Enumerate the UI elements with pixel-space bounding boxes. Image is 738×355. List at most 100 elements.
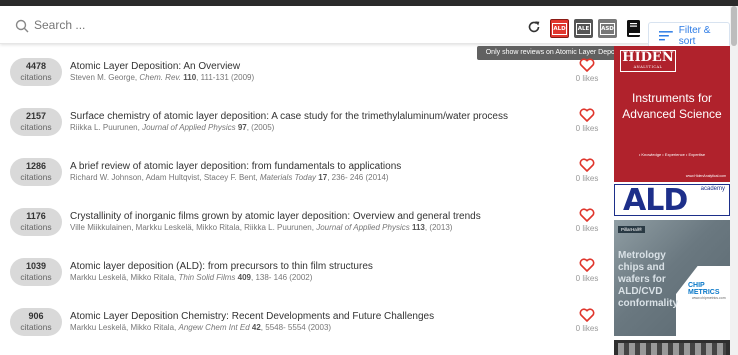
- paper-journal: Thin Solid Films: [178, 273, 236, 282]
- paper-title[interactable]: Atomic layer deposition (ALD): from prec…: [70, 261, 373, 272]
- chipmetrics-ad[interactable]: PillarHall® Metrology chips and wafers f…: [614, 220, 730, 336]
- like-button[interactable]: 0 likes: [574, 308, 600, 333]
- citation-count: 1286: [25, 161, 47, 171]
- paper-row[interactable]: 906 citations Atomic Layer Deposition Ch…: [0, 300, 612, 350]
- paper-authors: Markku Leskelä, Mikko Ritala,: [70, 273, 177, 282]
- like-button[interactable]: 0 likes: [574, 158, 600, 183]
- ale-filter-button[interactable]: ALE: [574, 19, 593, 38]
- heart-icon: [579, 258, 595, 272]
- paper-journal: Journal of Applied Physics: [142, 123, 236, 132]
- paper-title[interactable]: Atomic Layer Deposition: An Overview: [70, 61, 240, 72]
- search-input[interactable]: [34, 14, 414, 36]
- paper-pages-year: , (2005): [246, 123, 275, 132]
- asd-tag-label: ASD: [600, 22, 615, 35]
- like-button[interactable]: 0 likes: [574, 108, 600, 133]
- paper-row[interactable]: 1176 citations Crystallinity of inorgani…: [0, 200, 612, 250]
- citation-count: 906: [28, 311, 44, 321]
- citation-label: citations: [20, 222, 52, 232]
- bottom-ad[interactable]: [614, 340, 730, 355]
- citation-badge: 1176 citations: [10, 208, 62, 236]
- book-icon[interactable]: [625, 19, 643, 39]
- hiden-url: www.HidenAnalytical.com: [685, 174, 726, 178]
- paper-meta: Markku Leskelä, Mikko Ritala, Thin Solid…: [70, 273, 312, 282]
- chip-url: www.chipmetrics.com: [692, 296, 726, 300]
- heart-icon: [579, 108, 595, 122]
- like-button[interactable]: 0 likes: [574, 58, 600, 83]
- like-button[interactable]: 0 likes: [574, 208, 600, 233]
- paper-volume: 110: [183, 73, 197, 82]
- likes-count: 0 likes: [575, 224, 599, 233]
- paper-meta: Ville Miikkulainen, Markku Leskelä, Mikk…: [70, 223, 452, 232]
- chip-logo-line2: METRICS: [688, 289, 720, 296]
- paper-row[interactable]: 2157 citations Surface chemistry of atom…: [0, 100, 612, 150]
- paper-row[interactable]: 4478 citations Atomic Layer Deposition: …: [0, 50, 612, 100]
- paper-volume: 17: [318, 173, 328, 182]
- paper-title[interactable]: Crystallinity of inorganic films grown b…: [70, 211, 481, 222]
- paper-journal: Materials Today: [259, 173, 317, 182]
- citation-label: citations: [20, 72, 52, 82]
- paper-pages-year: , 111-131 (2009): [196, 73, 255, 82]
- hiden-logo: HIDEN ANALYTICAL: [620, 50, 676, 72]
- asd-filter-button[interactable]: ASD: [598, 19, 617, 38]
- paper-pages-year: , 5548- 5554 (2003): [260, 323, 332, 332]
- bottom-ad-image: [618, 343, 726, 355]
- citation-label: citations: [20, 122, 52, 132]
- heart-icon: [579, 208, 595, 222]
- scrollbar-thumb[interactable]: [731, 6, 737, 46]
- ald-filter-button[interactable]: ALD: [550, 19, 569, 38]
- citation-badge: 1039 citations: [10, 258, 62, 286]
- hiden-logo-text: HIDEN: [622, 50, 674, 65]
- citation-label: citations: [20, 272, 52, 282]
- paper-row[interactable]: 1039 citations Atomic layer deposition (…: [0, 250, 612, 300]
- likes-count: 0 likes: [575, 274, 599, 283]
- paper-title[interactable]: Atomic Layer Deposition Chemistry: Recen…: [70, 311, 434, 322]
- paper-meta: Steven M. George, Chem. Rev. 110, 111-13…: [70, 73, 254, 82]
- chip-badge: PillarHall®: [618, 226, 646, 233]
- paper-authors: Steven M. George,: [70, 73, 138, 82]
- ald-tag-label: ALD: [552, 22, 567, 35]
- paper-title[interactable]: Surface chemistry of atomic layer deposi…: [70, 111, 508, 122]
- scrollbar[interactable]: [730, 6, 738, 355]
- filter-icon: [659, 31, 673, 41]
- citation-count: 1176: [26, 211, 46, 221]
- paper-row[interactable]: 1286 citations A brief review of atomic …: [0, 150, 612, 200]
- likes-count: 0 likes: [575, 324, 599, 333]
- paper-pages-year: , 138- 146 (2002): [251, 273, 313, 282]
- likes-count: 0 likes: [575, 74, 599, 83]
- paper-meta: Richard W. Johnson, Adam Hultqvist, Stac…: [70, 173, 389, 182]
- paper-authors: Richard W. Johnson, Adam Hultqvist, Stac…: [70, 173, 258, 182]
- paper-journal: Journal of Applied Physics: [316, 223, 410, 232]
- likes-count: 0 likes: [575, 174, 599, 183]
- paper-volume: 409: [237, 273, 251, 282]
- citation-badge: 906 citations: [10, 308, 62, 336]
- filter-sort-label: Filter & sort: [678, 25, 711, 47]
- heart-icon: [579, 158, 595, 172]
- paper-volume: 97: [237, 123, 247, 132]
- ald-academy-label: academy: [700, 186, 725, 192]
- hiden-logo-sub: ANALYTICAL: [633, 65, 663, 69]
- citation-badge: 1286 citations: [10, 158, 62, 186]
- paper-authors: Ville Miikkulainen, Markku Leskelä, Mikk…: [70, 223, 314, 232]
- paper-pages-year: , (2013): [424, 223, 453, 232]
- chip-ad-text: Metrology chips and wafers for ALD/CVD c…: [618, 250, 679, 309]
- like-button[interactable]: 0 likes: [574, 258, 600, 283]
- hiden-tagline: • Knowledge • Experience • Expertise: [638, 152, 706, 157]
- citation-count: 1039: [25, 261, 47, 271]
- paper-title[interactable]: A brief review of atomic layer depositio…: [70, 161, 401, 172]
- search-bar: ALD ALE ASD Filter & sort: [0, 6, 730, 50]
- paper-authors: Markku Leskelä, Mikko Ritala,: [70, 323, 177, 332]
- hiden-ad[interactable]: HIDEN ANALYTICAL Instruments for Advance…: [614, 46, 730, 182]
- ald-academy-ad[interactable]: ALD academy: [614, 184, 730, 216]
- chip-logo-line1: CHIP: [688, 282, 705, 289]
- chipmetrics-logo: CHIP METRICS: [688, 282, 720, 296]
- citation-count: 4478: [25, 61, 47, 71]
- paper-volume: 113: [411, 223, 425, 232]
- paper-authors: Riikka L. Puurunen,: [70, 123, 140, 132]
- paper-meta: Markku Leskelä, Mikko Ritala, Angew Chem…: [70, 323, 331, 332]
- heart-icon: [579, 308, 595, 322]
- citation-label: citations: [20, 322, 52, 332]
- citation-badge: 4478 citations: [10, 58, 62, 86]
- refresh-icon[interactable]: [527, 20, 541, 34]
- citation-badge: 2157 citations: [10, 108, 62, 136]
- paper-meta: Riikka L. Puurunen, Journal of Applied P…: [70, 123, 274, 132]
